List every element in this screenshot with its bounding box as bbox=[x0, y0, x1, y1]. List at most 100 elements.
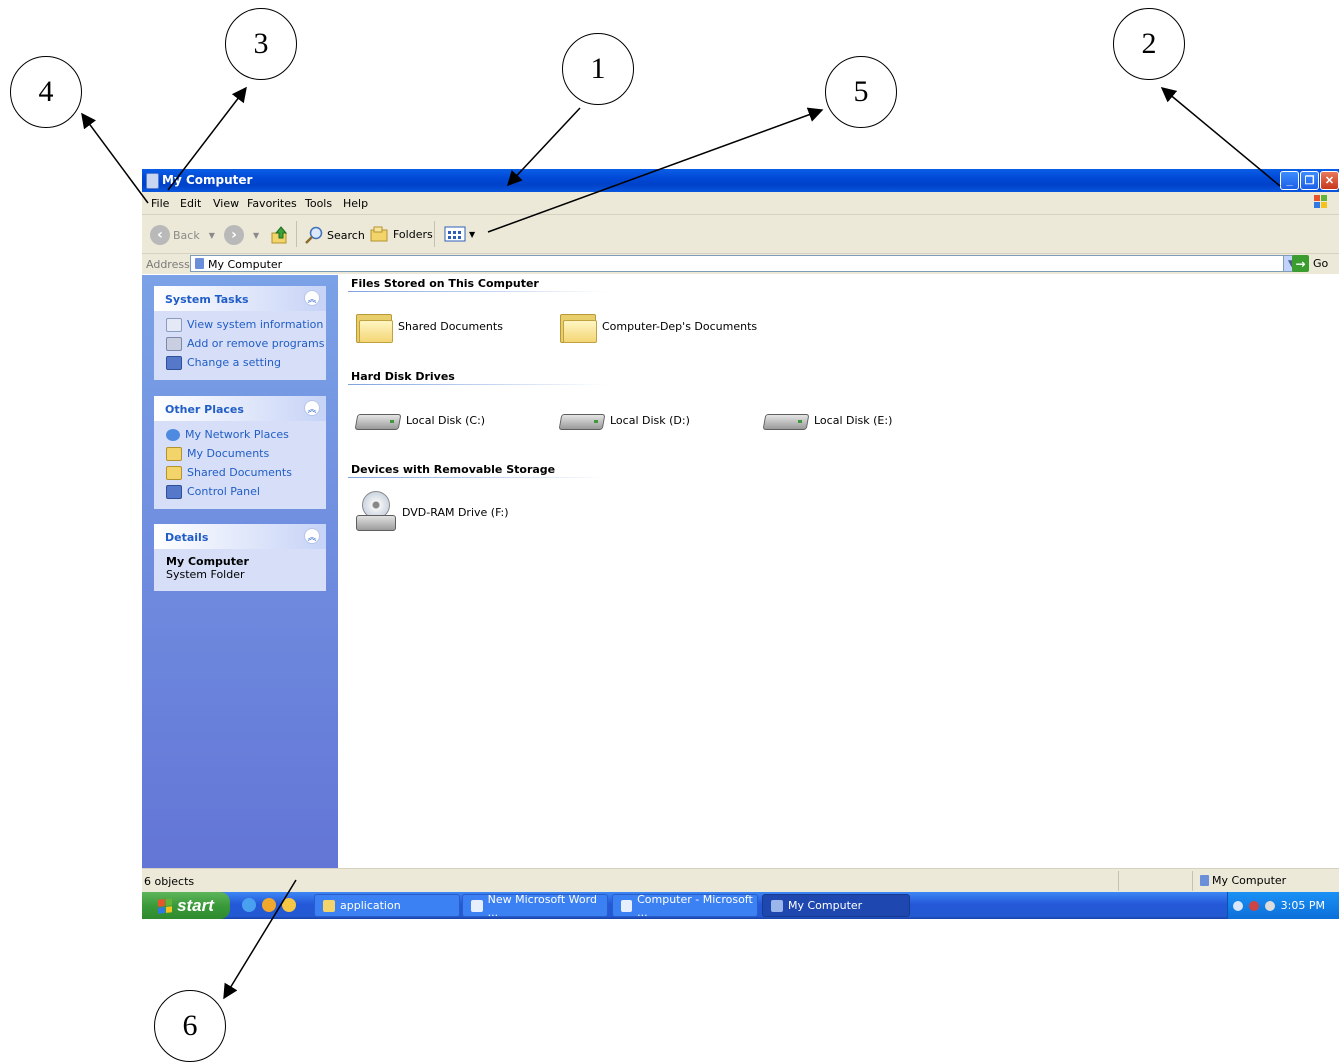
word-document-icon bbox=[471, 899, 483, 912]
place-my-network-places[interactable]: My Network Places bbox=[154, 425, 326, 444]
computer-icon bbox=[195, 258, 204, 269]
window-title: My Computer bbox=[162, 173, 253, 187]
messenger-icon[interactable] bbox=[282, 898, 296, 912]
group-files-stored: Files Stored on This Computer bbox=[351, 277, 539, 290]
status-separator bbox=[1192, 871, 1193, 891]
start-button[interactable]: start bbox=[142, 892, 230, 919]
item-shared-documents[interactable]: Shared Documents bbox=[356, 311, 503, 343]
task-change-setting[interactable]: Change a setting bbox=[154, 353, 326, 372]
taskbar-button-word-new[interactable]: New Microsoft Word ... bbox=[462, 893, 608, 919]
system-tasks-panel: System Tasks ︽ View system information A… bbox=[154, 286, 326, 380]
hard-disk-icon bbox=[354, 409, 402, 431]
control-panel-icon bbox=[166, 484, 182, 499]
address-bar: Address My Computer ▼ → Go bbox=[142, 254, 1339, 274]
media-player-icon[interactable] bbox=[262, 898, 276, 912]
group-divider bbox=[348, 291, 608, 292]
status-location: My Computer bbox=[1200, 874, 1286, 887]
address-field[interactable]: My Computer ▼ bbox=[190, 255, 1300, 272]
shared-folder-icon bbox=[166, 465, 182, 480]
folder-icon bbox=[323, 899, 335, 912]
back-button[interactable]: ‹ Back ▼ bbox=[150, 225, 215, 245]
computer-icon bbox=[146, 173, 159, 189]
place-my-documents[interactable]: My Documents bbox=[154, 444, 326, 463]
back-dropdown-icon[interactable]: ▼ bbox=[209, 231, 215, 240]
folders-button[interactable]: Folders bbox=[370, 225, 433, 243]
callout-4: 4 bbox=[10, 56, 82, 128]
taskbar-button-application[interactable]: application bbox=[314, 894, 460, 917]
minimize-button[interactable]: _ bbox=[1280, 171, 1299, 190]
taskbar: start application New Microsoft Word ...… bbox=[142, 892, 1339, 919]
windows-flag-icon bbox=[158, 897, 173, 914]
details-header[interactable]: Details ︽ bbox=[154, 524, 326, 549]
group-divider bbox=[348, 384, 608, 385]
item-dvd-ram-drive[interactable]: DVD-RAM Drive (F:) bbox=[356, 491, 509, 533]
other-places-panel: Other Places ︽ My Network Places My Docu… bbox=[154, 396, 326, 509]
add-remove-programs-icon bbox=[166, 336, 182, 351]
callout-3: 3 bbox=[225, 8, 297, 80]
computer-icon bbox=[1200, 875, 1209, 886]
control-panel-icon bbox=[166, 355, 182, 370]
menu-file[interactable]: File bbox=[151, 197, 169, 210]
forward-arrow-icon: › bbox=[224, 225, 244, 245]
callout-5: 5 bbox=[825, 56, 897, 128]
system-info-icon bbox=[166, 317, 182, 332]
title-bar[interactable]: My Computer _ ❐ ✕ bbox=[142, 169, 1339, 192]
toolbar-separator bbox=[296, 221, 297, 247]
details-name: My Computer bbox=[166, 555, 249, 568]
place-shared-documents[interactable]: Shared Documents bbox=[154, 463, 326, 482]
go-arrow-icon: → bbox=[1292, 255, 1309, 272]
menu-help[interactable]: Help bbox=[343, 197, 368, 210]
taskbar-button-word-computer[interactable]: Computer - Microsoft ... bbox=[612, 893, 758, 919]
item-computer-dep-documents[interactable]: Computer-Dep's Documents bbox=[560, 311, 757, 343]
network-status-icon[interactable] bbox=[1248, 900, 1259, 911]
menu-edit[interactable]: Edit bbox=[180, 197, 201, 210]
item-local-disk-c[interactable]: Local Disk (C:) bbox=[354, 409, 485, 431]
computer-icon bbox=[771, 899, 783, 912]
windows-logo-icon bbox=[1314, 195, 1327, 208]
other-places-header[interactable]: Other Places ︽ bbox=[154, 396, 326, 421]
forward-dropdown-icon[interactable]: ▼ bbox=[253, 231, 259, 240]
volume-icon[interactable] bbox=[1264, 900, 1275, 911]
callout-1: 1 bbox=[562, 33, 634, 105]
collapse-chevron-icon[interactable]: ︽ bbox=[304, 290, 320, 306]
system-tasks-header[interactable]: System Tasks ︽ bbox=[154, 286, 326, 311]
menu-bar: File Edit View Favorites Tools Help bbox=[142, 192, 1339, 215]
up-folder-button[interactable] bbox=[270, 225, 290, 245]
go-button[interactable]: → Go bbox=[1292, 255, 1328, 272]
internet-explorer-icon[interactable] bbox=[242, 898, 256, 912]
file-list-area: Files Stored on This Computer Shared Doc… bbox=[338, 275, 1339, 868]
callout-6: 6 bbox=[154, 990, 226, 1062]
item-local-disk-d[interactable]: Local Disk (D:) bbox=[558, 409, 690, 431]
word-document-icon bbox=[621, 899, 633, 912]
close-button[interactable]: ✕ bbox=[1320, 171, 1339, 190]
explorer-window: My Computer _ ❐ ✕ File Edit View Favorit… bbox=[142, 169, 1339, 892]
forward-button[interactable]: › ▼ bbox=[224, 225, 259, 245]
task-add-remove-programs[interactable]: Add or remove programs bbox=[154, 334, 326, 353]
search-button[interactable]: Search bbox=[304, 225, 365, 245]
quick-launch bbox=[242, 898, 296, 912]
menu-view[interactable]: View bbox=[213, 197, 239, 210]
group-removable-storage: Devices with Removable Storage bbox=[351, 463, 556, 476]
show-hidden-icons-icon[interactable] bbox=[1232, 900, 1243, 911]
collapse-chevron-icon[interactable]: ︽ bbox=[304, 400, 320, 416]
callout-2: 2 bbox=[1113, 8, 1185, 80]
item-local-disk-e[interactable]: Local Disk (E:) bbox=[762, 409, 892, 431]
toolbar-separator bbox=[434, 221, 435, 247]
task-view-system-information[interactable]: View system information bbox=[154, 315, 326, 334]
status-separator bbox=[1118, 871, 1119, 891]
clock[interactable]: 3:05 PM bbox=[1281, 899, 1325, 912]
menu-tools[interactable]: Tools bbox=[305, 197, 332, 210]
hard-disk-icon bbox=[558, 409, 606, 431]
place-control-panel[interactable]: Control Panel bbox=[154, 482, 326, 501]
arrow-4 bbox=[81, 112, 149, 204]
restore-button[interactable]: ❐ bbox=[1300, 171, 1319, 190]
collapse-chevron-icon[interactable]: ︽ bbox=[304, 528, 320, 544]
taskbar-button-my-computer[interactable]: My Computer bbox=[762, 894, 910, 917]
dvd-drive-icon bbox=[356, 491, 396, 533]
menu-favorites[interactable]: Favorites bbox=[247, 197, 297, 210]
status-bar: 6 objects My Computer bbox=[142, 868, 1339, 892]
views-button[interactable]: ▼ bbox=[444, 225, 475, 243]
address-label: Address bbox=[146, 258, 190, 271]
views-dropdown-icon[interactable]: ▼ bbox=[469, 230, 475, 239]
folder-icon bbox=[356, 311, 393, 343]
